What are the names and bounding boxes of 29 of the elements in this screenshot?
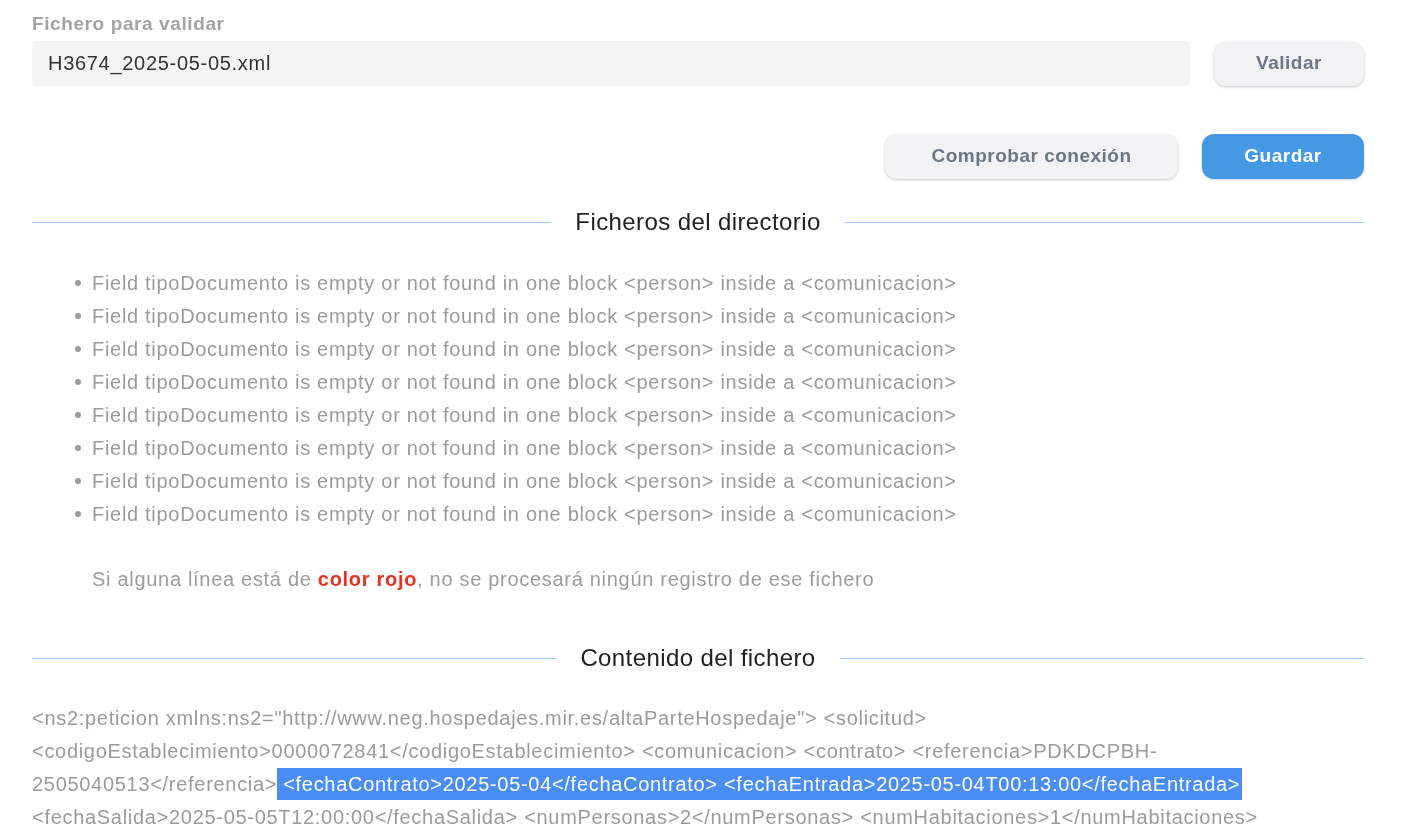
bullet-icon bbox=[75, 510, 81, 517]
bullet-icon bbox=[75, 378, 81, 385]
xml-text: <ns2:peticion xmlns:ns2="http://www.neg.hospedajes.mir.es/altaParteHospedaje"> <solicitud> bbox=[32, 705, 927, 731]
bullet-icon bbox=[75, 477, 81, 484]
check-connection-button[interactable]: Comprobar conexión bbox=[885, 134, 1178, 179]
section-heading: Contenido del fichero bbox=[580, 643, 816, 673]
xml-text: 2505040513</referencia> bbox=[32, 771, 278, 797]
validation-message: Field tipoDocumento is empty or not found in one block <person> inside a <comunicacion> bbox=[92, 369, 957, 395]
bullet-icon bbox=[75, 345, 81, 352]
file-input[interactable]: H3674_2025-05-05.xml bbox=[32, 41, 1190, 86]
validation-message: Field tipoDocumento is empty or not found in one block <person> inside a <comunicacion> bbox=[92, 402, 957, 428]
validation-message: Field tipoDocumento is empty or not found in one block <person> inside a <comunicacion> bbox=[92, 270, 957, 296]
validation-message: Field tipoDocumento is empty or not found in one block <person> inside a <comunicacion> bbox=[92, 468, 957, 494]
validate-button[interactable]: Validar bbox=[1214, 41, 1364, 86]
validation-message: Field tipoDocumento is empty or not found in one block <person> inside a <comunicacion> bbox=[92, 336, 957, 362]
xml-text: <codigoEstablecimiento>0000072841</codigoEstablecimiento> <comunicacion> <contrato> <referencia>PDKDCPBH- bbox=[32, 738, 1158, 764]
field-label: Fichero para validar bbox=[32, 12, 225, 35]
validation-message: Field tipoDocumento is empty or not found in one block <person> inside a <comunicacion> bbox=[92, 435, 957, 461]
highlighted-xml-text: <fechaContrato>2025-05-04</fechaContrato> <fechaEntrada>2025-05-04T00:13:00</fechaEntrada> bbox=[277, 767, 1243, 800]
validation-message: Field tipoDocumento is empty or not found in one block <person> inside a <comunicacion> bbox=[92, 501, 957, 527]
bullet-icon bbox=[75, 444, 81, 451]
validation-message: Field tipoDocumento is empty or not found in one block <person> inside a <comunicacion> bbox=[92, 303, 957, 329]
bullet-icon bbox=[75, 279, 81, 286]
bullet-icon bbox=[75, 312, 81, 319]
section-heading: Ficheros del directorio bbox=[575, 207, 821, 237]
bullet-icon bbox=[75, 411, 81, 418]
note-text: Si alguna línea está de color rojo, no se procesará ningún registro de ese fichero bbox=[92, 566, 875, 592]
xml-text: <fechaSalida>2025-05-05T12:00:00</fechaSalida> <numPersonas>2</numPersonas> <numHabitaciones>1</numHabitaciones> bbox=[32, 804, 1258, 830]
save-button[interactable]: Guardar bbox=[1202, 134, 1364, 179]
